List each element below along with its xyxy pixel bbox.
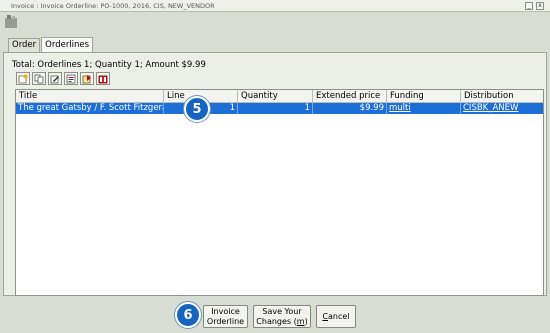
window-title: Invoice : Invoice Orderline: PO-1000, 20… xyxy=(11,2,215,10)
table-row[interactable]: The great Gatsby / F. Scott Fitzgerald. … xyxy=(16,103,543,114)
cell-extended-price: $9.99 xyxy=(313,103,387,114)
cell-title: The great Gatsby / F. Scott Fitzgerald. xyxy=(18,103,164,114)
save-button-mnemonic: m xyxy=(296,316,305,326)
new-orderline-icon[interactable] xyxy=(16,72,30,85)
delete-icon[interactable] xyxy=(96,72,110,85)
cell-funding-link[interactable]: multi xyxy=(387,103,461,114)
invoice-button-line2: Orderline xyxy=(206,316,245,326)
column-header-funding[interactable]: Funding xyxy=(387,90,461,103)
button-bar: 6 Invoice Orderline Save Your Changes (m… xyxy=(0,297,550,333)
move-icon[interactable] xyxy=(80,72,94,85)
cancel-button-label: Cancel xyxy=(322,312,349,322)
save-button-line2-c: ) xyxy=(304,316,308,326)
table-header: Title Line Quantity Extended price Fundi… xyxy=(16,90,543,103)
cancel-button-rest: ancel xyxy=(328,311,350,321)
close-button[interactable]: x xyxy=(536,2,544,10)
minimize-button[interactable]: _ xyxy=(525,2,533,10)
column-header-extended-price[interactable]: Extended price xyxy=(313,90,387,103)
cell-quantity: 1 xyxy=(238,103,313,114)
details-icon[interactable] xyxy=(64,72,78,85)
cancel-button[interactable]: Cancel xyxy=(316,305,356,328)
step-callout-6: 6 xyxy=(175,302,201,328)
save-button-line2: Changes (m) xyxy=(256,317,307,327)
save-button-line1: Save Your xyxy=(262,307,302,316)
orderline-toolbar xyxy=(16,72,110,85)
tab-strip: Order Orderlines xyxy=(8,37,94,52)
copy-icon[interactable] xyxy=(32,72,46,85)
invoice-button-line1: Invoice xyxy=(211,307,240,316)
column-header-title[interactable]: Title xyxy=(16,90,164,103)
column-header-distribution[interactable]: Distribution xyxy=(461,90,543,103)
cell-distribution-link[interactable]: CISBK_ANEW xyxy=(461,103,543,114)
orderlines-table: Title Line Quantity Extended price Fundi… xyxy=(15,89,544,296)
tab-orderlines[interactable]: Orderlines xyxy=(41,37,94,52)
orderlines-panel: Total: Orderlines 1; Quantity 1; Amount … xyxy=(3,52,547,296)
save-button-line2-a: Changes ( xyxy=(256,316,297,326)
step-callout-5: 5 xyxy=(184,96,210,122)
totals-summary: Total: Orderlines 1; Quantity 1; Amount … xyxy=(12,60,206,70)
column-header-quantity[interactable]: Quantity xyxy=(238,90,313,103)
edit-icon[interactable] xyxy=(48,72,62,85)
window-titlebar: Invoice : Invoice Orderline: PO-1000, 20… xyxy=(0,0,550,12)
app-icon xyxy=(5,15,17,28)
tab-order[interactable]: Order xyxy=(8,38,41,52)
invoice-orderline-button[interactable]: Invoice Orderline xyxy=(203,305,248,328)
save-changes-button[interactable]: Save Your Changes (m) xyxy=(253,305,311,328)
